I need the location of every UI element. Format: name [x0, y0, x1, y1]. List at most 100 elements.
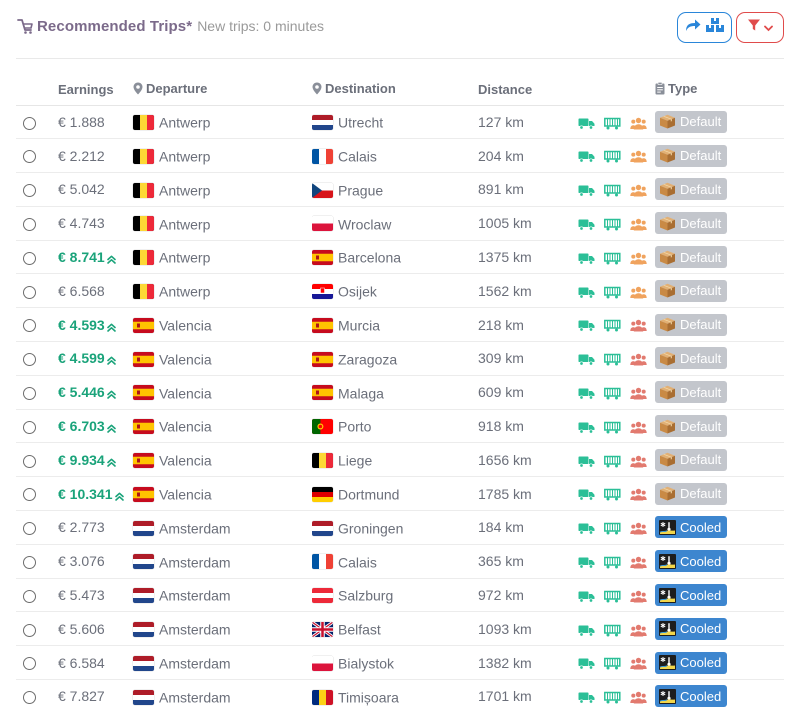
requirements-cell	[578, 341, 655, 376]
table-row[interactable]: € 4.743 Antwerp Wroclaw 1005 km Default	[16, 206, 784, 241]
trailer-icon	[604, 184, 621, 197]
truck-icon	[578, 387, 595, 400]
requirements-cell	[578, 375, 655, 410]
trip-select-radio[interactable]	[22, 218, 36, 232]
table-row[interactable]: € 8.741 Antwerp Barcelona 1375 km Defaul…	[16, 240, 784, 275]
truck-icon	[578, 319, 595, 333]
table-row[interactable]: € 2.773 Amsterdam Groningen 184 km Coole…	[16, 510, 784, 545]
distance-value: 218 km	[478, 316, 524, 333]
chevron-double-up-icon	[106, 322, 116, 333]
destination-cell: Calais	[312, 544, 478, 579]
drivers-icon	[630, 117, 647, 130]
requirements-cell	[578, 206, 655, 241]
trip-select-radio[interactable]	[22, 319, 36, 333]
trailer-icon	[604, 117, 621, 130]
requirements-cell	[578, 138, 655, 174]
table-row[interactable]: € 9.934 Valencia Liege 1656 km Default	[16, 442, 784, 478]
table-row[interactable]: € 4.593 Valencia Murcia 218 km Default	[16, 307, 784, 343]
trip-select-radio[interactable]	[22, 420, 36, 434]
earnings-column-header[interactable]: Earnings	[42, 74, 132, 106]
drivers-icon	[630, 184, 647, 197]
table-row[interactable]: € 5.606 Amsterdam Belfast 1093 km Cooled	[16, 611, 784, 647]
trip-select-radio[interactable]	[22, 184, 36, 198]
table-row[interactable]: € 6.584 Amsterdam Bialystok 1382 km Cool…	[16, 645, 784, 681]
trip-select-radio[interactable]	[22, 116, 36, 130]
trip-select-radio[interactable]	[22, 522, 36, 536]
destination-city: Osijek	[338, 283, 377, 300]
distance-value: 1785 km	[478, 485, 532, 502]
type-column-header[interactable]: Type	[655, 74, 784, 106]
type-label: Default	[680, 215, 722, 231]
share-trips-button[interactable]	[677, 12, 732, 43]
distance-column-header[interactable]: Distance	[478, 74, 578, 106]
flag-fr-icon	[312, 148, 333, 164]
departure-city: Valencia	[159, 317, 212, 334]
drivers-icon	[630, 286, 647, 299]
distance-value: 309 km	[478, 350, 524, 367]
table-row[interactable]: € 1.888 Antwerp Utrecht 127 km Default	[16, 105, 784, 140]
destination-city: Bialystok	[338, 655, 395, 672]
departure-column-header[interactable]: Departure	[132, 74, 312, 106]
snowflake-thermometer-icon	[659, 587, 676, 603]
snowflake-thermometer-icon	[659, 553, 676, 569]
table-row[interactable]: € 7.827 Amsterdam Timișoara 1701 km Cool…	[16, 679, 784, 708]
departure-cell: Antwerp	[132, 240, 312, 275]
table-row[interactable]: € 3.076 Amsterdam Calais 365 km Cooled	[16, 544, 784, 579]
snowflake-thermometer-icon	[659, 519, 676, 535]
departure-city: Amsterdam	[159, 655, 231, 672]
type-label: Default	[680, 384, 722, 400]
trip-select-radio[interactable]	[22, 657, 36, 671]
departure-cell: Antwerp	[132, 273, 312, 309]
departure-cell: Antwerp	[132, 172, 312, 207]
trip-select-radio[interactable]	[22, 150, 36, 164]
departure-cell: Valencia	[132, 409, 312, 444]
earnings-value: € 6.584	[58, 654, 105, 671]
truck-icon	[578, 353, 595, 366]
snowflake-thermometer-icon	[659, 655, 676, 671]
table-row[interactable]: € 5.473 Amsterdam Salzburg 972 km Cooled	[16, 578, 784, 613]
type-label: Default	[680, 486, 722, 502]
departure-cell: Amsterdam	[132, 510, 312, 545]
earnings-value: € 10.341	[58, 485, 113, 502]
departure-cell: Valencia	[132, 476, 312, 512]
requirements-cell	[578, 273, 655, 309]
trip-select-radio[interactable]	[22, 623, 36, 637]
table-row[interactable]: € 5.446 Valencia Malaga 609 km Default	[16, 375, 784, 410]
trip-select-radio[interactable]	[22, 589, 36, 603]
table-row[interactable]: € 6.703 Valencia Porto 918 km Default	[16, 409, 784, 444]
trip-select-radio[interactable]	[22, 387, 36, 401]
trip-select-radio[interactable]	[22, 488, 36, 502]
trip-select-radio[interactable]	[22, 285, 36, 299]
type-badge-cooled: Cooled	[655, 685, 728, 708]
destination-column-header[interactable]: Destination	[312, 74, 478, 106]
package-box-icon	[659, 419, 676, 434]
trailer-icon	[604, 319, 621, 332]
trip-select-radio[interactable]	[22, 454, 36, 468]
table-row[interactable]: € 2.212 Antwerp Calais 204 km Default	[16, 138, 784, 174]
requirements-cell	[578, 544, 655, 579]
type-badge-default: Default	[655, 381, 728, 404]
table-row[interactable]: € 5.042 Antwerp Prague 891 km Default	[16, 172, 784, 207]
table-row[interactable]: € 6.568 Antwerp Osijek 1562 km Default	[16, 273, 784, 309]
table-row[interactable]: € 4.599 Valencia Zaragoza 309 km Default	[16, 341, 784, 376]
flag-es-icon	[133, 385, 154, 401]
destination-cell: Dortmund	[312, 476, 478, 512]
trip-select-radio[interactable]	[22, 353, 36, 367]
earnings-value: € 9.934	[58, 451, 105, 468]
destination-city: Barcelona	[338, 249, 402, 266]
flag-de-icon	[312, 486, 333, 502]
type-badge-cooled: Cooled	[655, 584, 728, 607]
package-box-icon	[659, 385, 676, 400]
flag-nl-icon	[133, 588, 154, 604]
filter-button[interactable]	[736, 12, 784, 43]
trip-select-radio[interactable]	[22, 251, 36, 265]
truck-icon	[578, 184, 595, 197]
flag-pl-icon	[312, 655, 333, 671]
flag-be-icon	[133, 216, 154, 232]
table-row[interactable]: € 10.341 Valencia Dortmund 1785 km Defau…	[16, 476, 784, 512]
trip-select-radio[interactable]	[22, 556, 36, 570]
type-label: Cooled	[680, 688, 722, 704]
destination-cell: Belfast	[312, 611, 478, 647]
trip-select-radio[interactable]	[22, 691, 36, 705]
trailer-icon	[604, 624, 621, 637]
